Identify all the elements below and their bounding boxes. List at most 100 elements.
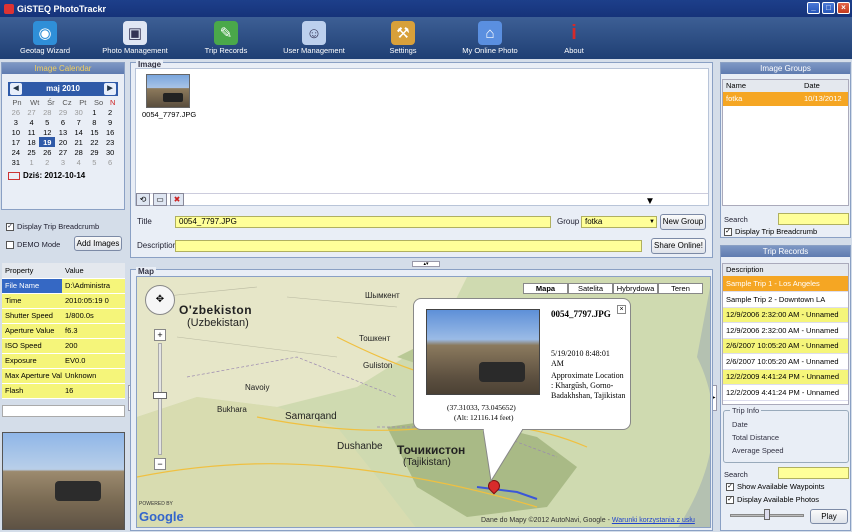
calendar-day[interactable]: 1	[24, 157, 40, 167]
delete-icon[interactable]: ✖	[170, 193, 184, 206]
maximize-button[interactable]: □	[822, 2, 835, 14]
calendar-day[interactable]: 2	[102, 107, 118, 117]
toolbar-trip-records[interactable]: ✎ Trip Records	[196, 17, 256, 59]
calendar-day[interactable]: 20	[55, 137, 71, 147]
calendar-day[interactable]: 8	[87, 117, 103, 127]
groups-search-input[interactable]	[778, 213, 849, 225]
trip-row[interactable]: 12/9/2006 2:32:00 AM - Unnamed	[723, 307, 848, 323]
prev-month-button[interactable]: ◀	[10, 83, 22, 95]
calendar-day[interactable]: 22	[87, 137, 103, 147]
zoom-out-button[interactable]: −	[154, 458, 166, 470]
popup-photo[interactable]	[426, 309, 540, 395]
left-breadcrumb-option[interactable]: ✓ Display Trip Breadcrumb	[6, 222, 99, 231]
next-month-button[interactable]: ▶	[104, 83, 116, 95]
calendar-day[interactable]: 6	[102, 157, 118, 167]
zoom-in-button[interactable]: +	[154, 329, 166, 341]
rotate-icon[interactable]: ⟲	[136, 193, 150, 206]
toolbar-about[interactable]: i About	[554, 17, 594, 59]
calendar-day[interactable]: 11	[24, 127, 40, 137]
calendar-day[interactable]: 21	[71, 137, 87, 147]
terms-link[interactable]: Warunki korzystania z usłu	[612, 517, 695, 524]
group-select[interactable]: fotka ▼	[581, 216, 657, 228]
toolbar-settings[interactable]: ⚒ Settings	[378, 17, 428, 59]
calendar-day[interactable]: 25	[24, 147, 40, 157]
car-icon[interactable]: ▭	[153, 193, 167, 206]
calendar-day[interactable]: 16	[102, 127, 118, 137]
splitter-handle[interactable]: ▴▾	[412, 261, 440, 267]
zoom-slider-thumb[interactable]	[153, 392, 167, 399]
image-thumbnail[interactable]	[146, 74, 190, 108]
calendar-day[interactable]: 30	[102, 147, 118, 157]
waypoints-option[interactable]: ✓ Show Available Waypoints	[726, 482, 825, 491]
calendar-day[interactable]: 17	[8, 137, 24, 147]
calendar-day[interactable]: 4	[24, 117, 40, 127]
calendar-day[interactable]: 26	[8, 107, 24, 117]
trip-row[interactable]: Sample Trip 2 - Downtown LA	[723, 291, 848, 308]
trip-row[interactable]: 2/6/2007 10:05:20 AM - Unnamed	[723, 353, 848, 370]
calendar-day[interactable]: 10	[8, 127, 24, 137]
waypoints-checkbox[interactable]: ✓	[726, 482, 734, 491]
description-input[interactable]	[175, 240, 642, 252]
toolbar-my-online-photo[interactable]: ⌂ My Online Photo	[458, 17, 522, 59]
property-row[interactable]: Aperture Value f6.3	[2, 323, 125, 339]
demo-checkbox[interactable]	[6, 240, 14, 249]
calendar-day[interactable]: 4	[71, 157, 87, 167]
toolbar-photo-management[interactable]: ▣ Photo Management	[98, 17, 172, 59]
new-group-button[interactable]: New Group	[660, 214, 706, 230]
calendar-day[interactable]: 15	[87, 127, 103, 137]
tab-satellite[interactable]: Satelita	[568, 283, 613, 294]
share-online-button[interactable]: Share Online!	[651, 238, 706, 254]
calendar-day[interactable]: 14	[71, 127, 87, 137]
pan-control[interactable]: ✥	[145, 285, 175, 315]
calendar-day[interactable]: 5	[39, 117, 55, 127]
property-row[interactable]: Time 2010:05:19 0	[2, 293, 125, 309]
trip-row[interactable]: 2/6/2007 10:05:20 AM - Unnamed	[723, 338, 848, 354]
calendar-day[interactable]: 27	[24, 107, 40, 117]
calendar-day[interactable]: 27	[55, 147, 71, 157]
property-row[interactable]: ISO Speed 200	[2, 338, 125, 354]
property-row[interactable]: Max Aperture ValueUnknown	[2, 368, 125, 384]
toolbar-geotag-wizard[interactable]: ◉ Geotag Wizard	[15, 17, 75, 59]
calendar-day[interactable]: 28	[71, 147, 87, 157]
minimize-button[interactable]: _	[807, 2, 820, 14]
property-row[interactable]: Exposure EV0.0	[2, 353, 125, 369]
tab-map[interactable]: Mapa	[523, 283, 568, 294]
calendar-day[interactable]: 29	[55, 107, 71, 117]
calendar-day[interactable]: 30	[71, 107, 87, 117]
scroll-down-icon[interactable]: ▼	[645, 196, 655, 207]
property-row[interactable]: Shutter Speed 1/800.0s	[2, 308, 125, 324]
calendar-day[interactable]: 6	[55, 117, 71, 127]
group-row[interactable]: fotka 10/13/2012	[723, 92, 848, 106]
trip-row[interactable]: 12/2/2009 4:41:24 PM - Unnamed	[723, 384, 848, 401]
play-button[interactable]: Play	[810, 509, 848, 524]
calendar-day[interactable]: 23	[102, 137, 118, 147]
calendar-day[interactable]: 3	[8, 117, 24, 127]
calendar-day[interactable]: 29	[87, 147, 103, 157]
demo-mode-option[interactable]: DEMO Mode	[6, 240, 60, 249]
tab-terrain[interactable]: Teren	[658, 283, 703, 294]
property-row[interactable]: Flash 16	[2, 383, 125, 399]
groups-breadcrumb-option[interactable]: ✓ Display Trip Breadcrumb	[724, 227, 817, 236]
trip-row[interactable]: 12/2/2009 4:41:24 PM - Unnamed	[723, 369, 848, 385]
calendar-day[interactable]: 18	[24, 137, 40, 147]
calendar-day[interactable]: 1	[87, 107, 103, 117]
calendar-day[interactable]: 28	[39, 107, 55, 117]
playback-slider-thumb[interactable]	[764, 509, 770, 520]
calendar-day[interactable]: 2	[39, 157, 55, 167]
calendar-day[interactable]: 24	[8, 147, 24, 157]
trip-row[interactable]: Sample Trip 1 - Los Angeles	[723, 276, 848, 292]
calendar-day[interactable]: 26	[39, 147, 55, 157]
zoom-slider[interactable]	[158, 343, 162, 455]
photos-checkbox[interactable]: ✓	[726, 495, 734, 504]
toolbar-user-management[interactable]: ☺ User Management	[279, 17, 349, 59]
trips-search-input[interactable]	[778, 467, 849, 479]
close-button[interactable]: ×	[837, 2, 850, 14]
calendar-day[interactable]: 3	[55, 157, 71, 167]
calendar-day[interactable]: 12	[39, 127, 55, 137]
calendar-day[interactable]: 5	[87, 157, 103, 167]
property-row[interactable]: File Name D:\Administra	[2, 278, 125, 294]
tab-hybrid[interactable]: Hybrydowa	[613, 283, 658, 294]
calendar-day[interactable]: 9	[102, 117, 118, 127]
properties-scrollbar[interactable]	[2, 405, 125, 417]
close-icon[interactable]: ×	[617, 305, 626, 314]
